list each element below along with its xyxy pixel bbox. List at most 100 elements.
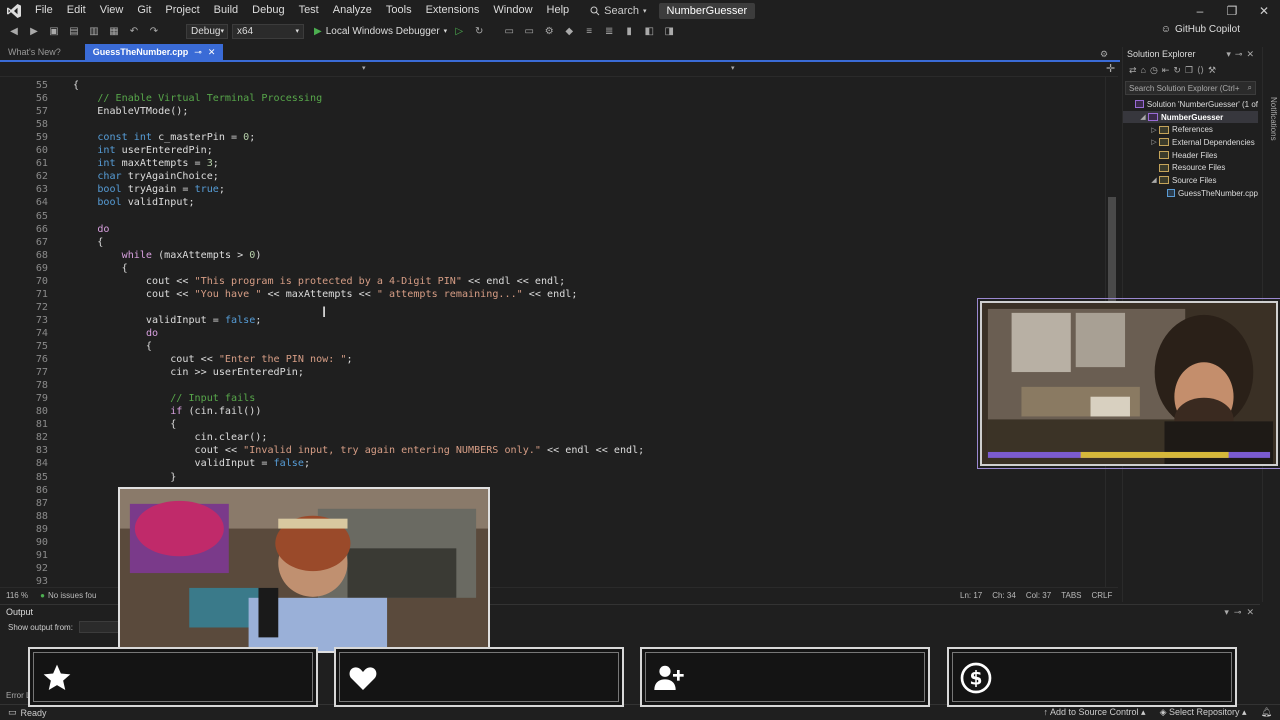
next-bookmark-icon[interactable]: ◨ [661,23,677,39]
platform-select[interactable]: x64 ▾ [232,23,304,39]
outdent-icon[interactable]: ≣ [601,23,617,39]
open-folder-icon[interactable]: ▤ [66,23,82,39]
code-line[interactable]: 85 } [0,471,1100,484]
code-line[interactable]: 80 if (cin.fail()) [0,405,1100,418]
back-icon[interactable]: ◀ [6,23,22,39]
visual-studio-logo-icon[interactable] [0,0,28,21]
menu-item-git[interactable]: Git [130,0,158,21]
follow-card[interactable] [28,647,318,707]
code-line[interactable]: 78 [0,379,1100,392]
code-line[interactable]: 77 cin >> userEnteredPin; [0,366,1100,379]
menu-item-project[interactable]: Project [158,0,206,21]
subscribe-card[interactable] [640,647,930,707]
code-view-icon[interactable]: ⟨⟩ [1197,65,1204,76]
code-line[interactable]: 62 char tryAgainChoice; [0,170,1100,183]
collapse-icon[interactable]: ⇤ [1162,65,1170,76]
code-line[interactable]: 84 validInput = false; [0,457,1100,470]
prev-bookmark-icon[interactable]: ◧ [641,23,657,39]
code-line[interactable]: 60 int userEnteredPin; [0,144,1100,157]
notification-bell-icon[interactable]: 🔔︎ [1261,707,1272,718]
tree-item[interactable]: GuessTheNumber.cpp [1123,187,1258,200]
chevron-down-icon[interactable]: ▾ [1224,607,1229,618]
menu-item-analyze[interactable]: Analyze [326,0,379,21]
tab-settings-icon[interactable]: ⚙ [1100,49,1108,60]
bookmark-icon[interactable]: ▮ [621,23,637,39]
tab-guessthenumber-cpp[interactable]: GuessTheNumber.cpp ⊸ ✕ [84,44,224,60]
new-file-icon[interactable]: ▣ [46,23,62,39]
pin-icon[interactable]: ⊸ [194,47,202,58]
menu-item-debug[interactable]: Debug [245,0,291,21]
solution-explorer-search[interactable]: Search Solution Explorer (Ctrl+ ⌕ [1125,81,1256,95]
code-line[interactable]: 73 validInput = false; [0,314,1100,327]
redo-icon[interactable]: ↷ [146,23,162,39]
code-line[interactable]: 59 const int c_masterPin = 0; [0,131,1100,144]
code-line[interactable]: 65 [0,210,1100,223]
expand-arrow-icon[interactable]: ◢ [1138,113,1148,121]
wrench-icon[interactable]: ⚒ [1208,65,1216,76]
code-line[interactable]: 75 { [0,340,1100,353]
menu-item-test[interactable]: Test [292,0,326,21]
search-menu[interactable]: Search ▾ [590,5,647,17]
menu-item-view[interactable]: View [93,0,131,21]
tree-item[interactable]: Header Files [1123,149,1258,162]
refresh-icon[interactable]: ↻ [1173,65,1181,76]
tree-item[interactable]: Resource Files [1123,161,1258,174]
start-without-debug-icon[interactable]: ▷ [451,23,467,39]
tab-whats-new[interactable]: What's New? [0,44,69,60]
output-source-select[interactable] [78,621,119,633]
code-line[interactable]: 64 bool validInput; [0,196,1100,209]
code-line[interactable]: 61 int maxAttempts = 3; [0,157,1100,170]
close-window-button[interactable]: ✕ [1248,0,1280,21]
settings-icon[interactable]: ⚙ [541,23,557,39]
menu-item-file[interactable]: File [28,0,60,21]
code-line[interactable]: 56 // Enable Virtual Terminal Processing [0,92,1100,105]
code-line[interactable]: 70 cout << "This program is protected by… [0,275,1100,288]
pin-icon[interactable]: ⊸ [1234,607,1242,618]
code-line[interactable]: 82 cin.clear(); [0,431,1100,444]
expand-arrow-icon[interactable]: ◢ [1149,176,1159,184]
save-icon[interactable]: ▥ [86,23,102,39]
forward-icon[interactable]: ▶ [26,23,42,39]
tree-item[interactable]: ◢ NumberGuesser [1123,110,1258,124]
close-icon[interactable]: ✕ [1246,607,1254,618]
close-icon[interactable]: ✕ [1246,49,1254,60]
code-line[interactable]: 66 do [0,223,1100,236]
indent-icon[interactable]: ≡ [581,23,597,39]
sync-icon[interactable]: ⇄ [1129,65,1137,76]
github-copilot-button[interactable]: ☺ GitHub Copilot [1161,24,1240,35]
solution-name-pill[interactable]: NumberGuesser [658,2,756,19]
code-line[interactable]: 74 do [0,327,1100,340]
history-icon[interactable]: ◷ [1150,65,1158,76]
start-debugger-button[interactable]: ▶ Local Windows Debugger ▾ [314,26,447,37]
breakpoint-icon[interactable]: ◆ [561,23,577,39]
close-tab-icon[interactable]: ✕ [208,47,216,58]
code-line[interactable]: 81 { [0,418,1100,431]
code-line[interactable]: 79 // Input fails [0,392,1100,405]
chevron-down-icon[interactable]: ▾ [731,64,735,72]
minimize-button[interactable]: – [1184,0,1216,21]
like-card[interactable] [334,647,624,707]
tree-item[interactable]: ▷ External Dependencies [1123,136,1258,149]
add-to-source-control-button[interactable]: ↑ Add to Source Control ▴ [1043,707,1145,718]
select-repository-button[interactable]: ◈ Select Repository ▴ [1160,707,1247,718]
menu-item-window[interactable]: Window [486,0,539,21]
layout-icon[interactable]: ▭ [501,23,517,39]
expand-arrow-icon[interactable]: ▷ [1149,138,1159,146]
code-line[interactable]: 55 { [0,79,1100,92]
indent-mode[interactable]: TABS [1061,591,1081,600]
menu-item-edit[interactable]: Edit [60,0,93,21]
undo-icon[interactable]: ↶ [126,23,142,39]
issues-indicator[interactable]: ● No issues fou [34,591,102,600]
split-editor-icon[interactable]: ✛ [1106,62,1115,75]
code-line[interactable]: 72 [0,301,1100,314]
code-line[interactable]: 69 { [0,262,1100,275]
code-line[interactable]: 71 cout << "You have " << maxAttempts <<… [0,288,1100,301]
restore-button[interactable]: ❐ [1216,0,1248,21]
code-line[interactable]: 63 bool tryAgain = true; [0,183,1100,196]
donate-card[interactable]: $ [947,647,1237,707]
code-line[interactable]: 57 EnableVTMode(); [0,105,1100,118]
menu-item-help[interactable]: Help [540,0,577,21]
menu-item-build[interactable]: Build [207,0,245,21]
code-line[interactable]: 76 cout << "Enter the PIN now: "; [0,353,1100,366]
expand-arrow-icon[interactable]: ▷ [1149,126,1159,134]
